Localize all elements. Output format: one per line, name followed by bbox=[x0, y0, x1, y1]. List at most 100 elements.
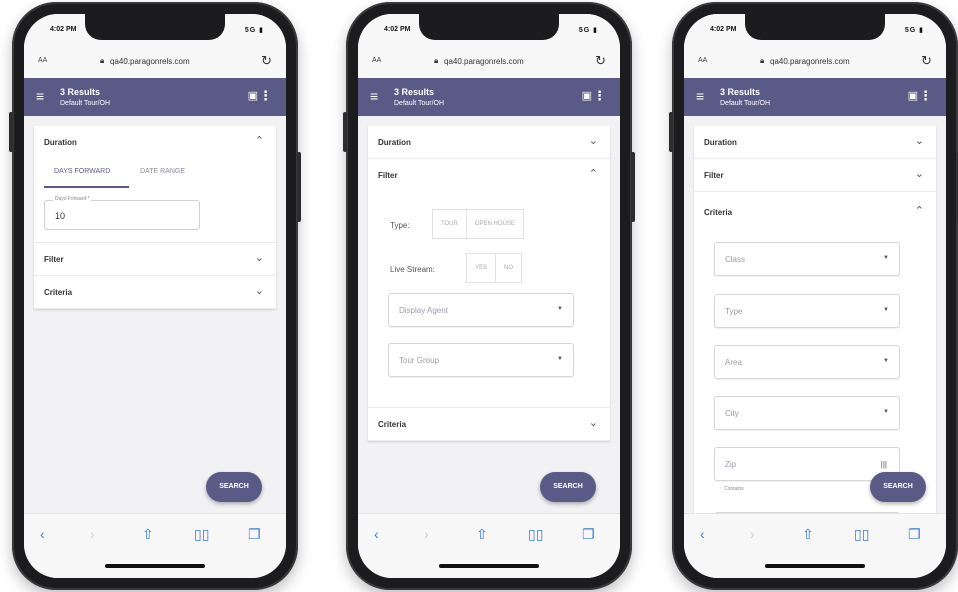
filter-label: Filter bbox=[704, 171, 724, 180]
class-select[interactable]: Class ▼ bbox=[714, 242, 900, 276]
area-placeholder: Area bbox=[725, 358, 742, 367]
reload-icon[interactable]: ↻ bbox=[921, 53, 932, 69]
filter-header[interactable]: Filter ⌄ bbox=[694, 159, 936, 192]
save-icon[interactable]: ▣ bbox=[908, 89, 918, 102]
filter-header[interactable]: Filter ⌃ bbox=[368, 159, 610, 191]
more-icon[interactable]: ⋮ bbox=[259, 88, 272, 104]
home-indicator bbox=[765, 564, 865, 568]
share-icon[interactable]: ⇧ bbox=[802, 526, 814, 543]
filter-section: Type: TOUR OPEN HOUSE Live Stream: YES N… bbox=[368, 191, 610, 408]
browser-url-bar[interactable]: AA 🔒︎ qa40.paragonrels.com ↻ bbox=[684, 44, 946, 79]
livestream-option-yes[interactable]: YES bbox=[467, 254, 497, 282]
signal-indicator: 5G ▮ bbox=[244, 27, 264, 34]
chevron-up-icon: ⌃ bbox=[588, 168, 598, 180]
lock-icon: 🔒︎ bbox=[100, 56, 105, 65]
tabs-icon[interactable]: ❐ bbox=[582, 526, 595, 543]
search-button[interactable]: SEARCH bbox=[206, 472, 262, 502]
phone-frame-1: 4:02 PM 5G ▮ AA 🔒︎ qa40.paragonrels.com … bbox=[9, 2, 301, 590]
menu-icon[interactable]: ≡ bbox=[696, 89, 704, 103]
city-select[interactable]: City ▼ bbox=[714, 396, 900, 430]
bookmarks-icon[interactable]: ▯▯ bbox=[528, 526, 543, 543]
chevron-down-icon: ⌄ bbox=[588, 135, 598, 147]
search-name: Default Tour/OH bbox=[720, 100, 771, 107]
area-select[interactable]: Area ▼ bbox=[714, 345, 900, 379]
duration-header[interactable]: Duration ⌄ bbox=[368, 126, 610, 159]
type-select[interactable]: Type ▼ bbox=[714, 294, 900, 328]
criteria-header[interactable]: Criteria ⌄ bbox=[368, 408, 610, 441]
signal-text: 5G bbox=[578, 27, 591, 34]
back-icon[interactable]: ‹ bbox=[40, 526, 45, 542]
notch bbox=[745, 14, 885, 40]
criteria-label: Criteria bbox=[378, 420, 407, 429]
display-agent-select[interactable]: Display Agent ▼ bbox=[388, 293, 574, 327]
search-button[interactable]: SEARCH bbox=[870, 472, 926, 502]
forward-icon[interactable]: › bbox=[424, 526, 429, 542]
share-icon[interactable]: ⇧ bbox=[142, 526, 154, 543]
livestream-toggle: YES NO bbox=[466, 253, 523, 283]
tab-days-forward[interactable]: DAYS FORWARD bbox=[54, 168, 110, 175]
url-text[interactable]: qa40.paragonrels.com bbox=[110, 57, 190, 66]
days-forward-field[interactable]: Days Forward * 10 bbox=[44, 196, 200, 230]
tabs-icon[interactable]: ❐ bbox=[248, 526, 261, 543]
menu-icon[interactable]: ≡ bbox=[370, 89, 378, 103]
tour-group-placeholder: Tour Group bbox=[399, 356, 440, 365]
columns-icon[interactable]: ||| bbox=[881, 460, 887, 469]
save-icon[interactable]: ▣ bbox=[582, 89, 592, 102]
signal-indicator: 5G ▮ bbox=[904, 27, 924, 34]
livestream-option-no[interactable]: NO bbox=[496, 254, 521, 282]
tabs-icon[interactable]: ❐ bbox=[908, 526, 921, 543]
share-icon[interactable]: ⇧ bbox=[476, 526, 488, 543]
results-title: 3 Results bbox=[60, 87, 101, 97]
days-forward-section: Days Forward * 10 bbox=[34, 190, 276, 243]
lock-icon: 🔒︎ bbox=[760, 56, 765, 65]
signal-text: 5G bbox=[244, 27, 257, 34]
reload-icon[interactable]: ↻ bbox=[595, 53, 606, 69]
dropdown-arrow-icon: ▼ bbox=[883, 307, 889, 313]
browser-url-bar[interactable]: AA 🔒︎ qa40.paragonrels.com ↻ bbox=[358, 44, 620, 79]
text-size-button[interactable]: AA bbox=[38, 57, 47, 64]
tour-group-select[interactable]: Tour Group ▼ bbox=[388, 343, 574, 377]
text-size-button[interactable]: AA bbox=[372, 57, 381, 64]
signal-indicator: 5G ▮ bbox=[578, 27, 598, 34]
dropdown-arrow-icon: ▼ bbox=[557, 356, 563, 362]
bookmarks-icon[interactable]: ▯▯ bbox=[854, 526, 869, 543]
duration-label: Duration bbox=[44, 138, 77, 147]
browser-toolbar: ‹ › ⇧ ▯▯ ❐ bbox=[24, 513, 286, 578]
text-size-button[interactable]: AA bbox=[698, 57, 707, 64]
search-name: Default Tour/OH bbox=[60, 100, 111, 107]
browser-url-bar[interactable]: AA 🔒︎ qa40.paragonrels.com ↻ bbox=[24, 44, 286, 79]
results-title: 3 Results bbox=[394, 87, 435, 97]
more-icon[interactable]: ⋮ bbox=[593, 88, 606, 104]
save-icon[interactable]: ▣ bbox=[248, 89, 258, 102]
search-button[interactable]: SEARCH bbox=[540, 472, 596, 502]
reload-icon[interactable]: ↻ bbox=[261, 53, 272, 69]
days-forward-value: 10 bbox=[55, 211, 66, 221]
chevron-down-icon: ⌄ bbox=[914, 168, 924, 180]
forward-icon[interactable]: › bbox=[750, 526, 755, 542]
zip-input[interactable]: Zip ||| bbox=[714, 447, 900, 481]
filter-header[interactable]: Filter ⌄ bbox=[34, 243, 276, 276]
city-placeholder: City bbox=[725, 409, 739, 418]
criteria-header[interactable]: Criteria ⌄ bbox=[34, 276, 276, 309]
type-option-tour[interactable]: TOUR bbox=[433, 210, 467, 238]
chevron-down-icon: ⌄ bbox=[914, 135, 924, 147]
duration-tabs: DAYS FORWARD DATE RANGE bbox=[34, 158, 276, 190]
dropdown-arrow-icon: ▼ bbox=[883, 409, 889, 415]
back-icon[interactable]: ‹ bbox=[374, 526, 379, 542]
url-text[interactable]: qa40.paragonrels.com bbox=[770, 57, 850, 66]
back-icon[interactable]: ‹ bbox=[700, 526, 705, 542]
dropdown-arrow-icon: ▼ bbox=[557, 306, 563, 312]
duration-header[interactable]: Duration ⌃ bbox=[34, 126, 276, 158]
menu-icon[interactable]: ≡ bbox=[36, 89, 44, 103]
more-icon[interactable]: ⋮ bbox=[919, 88, 932, 104]
chevron-down-icon: ⌄ bbox=[254, 252, 264, 264]
chevron-down-icon: ⌄ bbox=[588, 417, 598, 429]
type-option-open-house[interactable]: OPEN HOUSE bbox=[467, 210, 523, 238]
url-text[interactable]: qa40.paragonrels.com bbox=[444, 57, 524, 66]
tab-date-range[interactable]: DATE RANGE bbox=[140, 168, 185, 175]
status-time: 4:02 PM bbox=[50, 26, 77, 33]
duration-header[interactable]: Duration ⌄ bbox=[694, 126, 936, 159]
bookmarks-icon[interactable]: ▯▯ bbox=[194, 526, 209, 543]
criteria-header[interactable]: Criteria ⌃ bbox=[694, 192, 936, 232]
forward-icon[interactable]: › bbox=[90, 526, 95, 542]
